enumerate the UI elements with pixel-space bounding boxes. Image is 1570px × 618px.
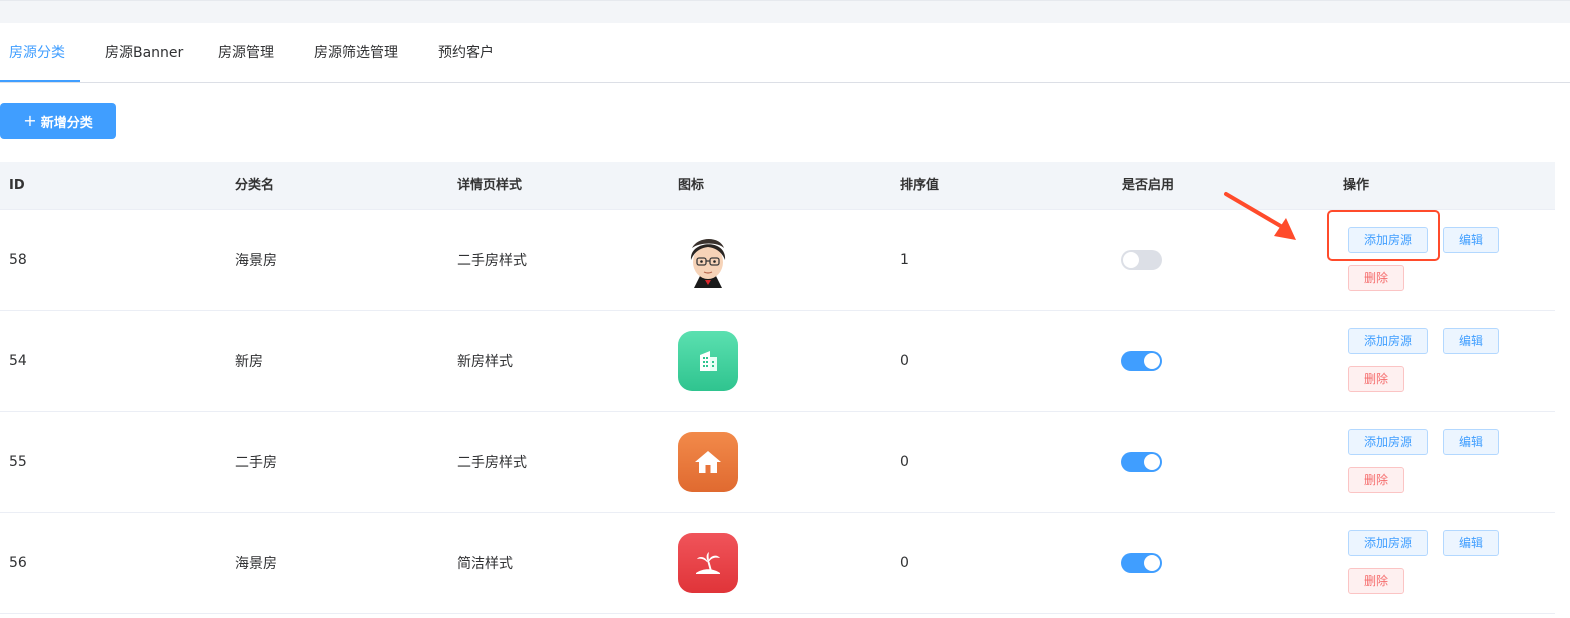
cell-sort-value: 0 xyxy=(900,353,909,369)
enabled-toggle[interactable] xyxy=(1121,250,1162,270)
header-icon: 图标 xyxy=(678,178,705,193)
cell-sort-value: 0 xyxy=(900,454,909,470)
cell-detail-style: 二手房样式 xyxy=(457,253,527,269)
tab-house-category[interactable]: 房源分类 xyxy=(9,23,65,83)
header-enabled: 是否启用 xyxy=(1122,178,1175,193)
toggle-knob xyxy=(1144,555,1160,571)
table-row: 55 二手房 二手房样式 0 添加房源 编辑 删除 xyxy=(0,412,1555,513)
enabled-toggle[interactable] xyxy=(1121,452,1162,472)
add-category-label: 新增分类 xyxy=(40,115,93,131)
delete-button[interactable]: 删除 xyxy=(1348,467,1404,493)
edit-button[interactable]: 编辑 xyxy=(1443,530,1499,556)
top-bar xyxy=(0,0,1570,23)
add-house-button[interactable]: 添加房源 xyxy=(1348,328,1428,354)
delete-button[interactable]: 删除 xyxy=(1348,568,1404,594)
toggle-knob xyxy=(1144,454,1160,470)
cell-id: 55 xyxy=(9,454,27,470)
building-icon xyxy=(678,331,738,391)
table-row: 54 新房 新房样式 0 添加房源 编辑 删除 xyxy=(0,311,1555,412)
palm-tree-icon xyxy=(678,533,738,593)
tab-bar: 房源分类 房源Banner 房源管理 房源筛选管理 预约客户 xyxy=(0,23,1570,83)
enabled-toggle[interactable] xyxy=(1121,553,1162,573)
tab-house-filter-management[interactable]: 房源筛选管理 xyxy=(314,23,398,83)
tab-house-banner[interactable]: 房源Banner xyxy=(105,23,183,83)
cell-category-name: 海景房 xyxy=(235,253,277,269)
toggle-knob xyxy=(1144,353,1160,369)
header-sort-value: 排序值 xyxy=(900,178,940,193)
annotation-arrow-icon xyxy=(1224,192,1296,240)
edit-button[interactable]: 编辑 xyxy=(1443,328,1499,354)
cell-detail-style: 新房样式 xyxy=(457,354,513,370)
cell-id: 54 xyxy=(9,353,27,369)
add-house-button[interactable]: 添加房源 xyxy=(1348,429,1428,455)
active-tab-indicator xyxy=(0,80,80,82)
tab-house-management[interactable]: 房源管理 xyxy=(218,23,274,83)
add-category-button[interactable]: + 新增分类 xyxy=(0,103,116,139)
add-house-button[interactable]: 添加房源 xyxy=(1348,530,1428,556)
header-actions: 操作 xyxy=(1343,178,1370,193)
cell-category-name: 二手房 xyxy=(235,455,277,471)
header-category-name: 分类名 xyxy=(235,178,275,193)
home-icon xyxy=(678,432,738,492)
table-row: 56 海景房 简洁样式 0 添加房源 编辑 删除 xyxy=(0,513,1555,614)
tab-reserved-customers[interactable]: 预约客户 xyxy=(438,23,494,83)
cell-detail-style: 简洁样式 xyxy=(457,556,513,572)
toggle-knob xyxy=(1123,252,1139,268)
cell-id: 58 xyxy=(9,252,27,268)
edit-button[interactable]: 编辑 xyxy=(1443,227,1499,253)
enabled-toggle[interactable] xyxy=(1121,351,1162,371)
header-id: ID xyxy=(9,178,25,193)
cell-sort-value: 1 xyxy=(900,252,909,268)
cell-category-name: 新房 xyxy=(235,354,263,370)
cell-category-name: 海景房 xyxy=(235,556,277,572)
avatar-icon xyxy=(678,230,738,290)
cell-sort-value: 0 xyxy=(900,555,909,571)
delete-button[interactable]: 删除 xyxy=(1348,366,1404,392)
edit-button[interactable]: 编辑 xyxy=(1443,429,1499,455)
cell-detail-style: 二手房样式 xyxy=(457,455,527,471)
highlight-box xyxy=(1327,210,1440,261)
cell-id: 56 xyxy=(9,555,27,571)
header-detail-style: 详情页样式 xyxy=(457,178,523,193)
delete-button[interactable]: 删除 xyxy=(1348,265,1404,291)
plus-icon: + xyxy=(23,111,37,130)
